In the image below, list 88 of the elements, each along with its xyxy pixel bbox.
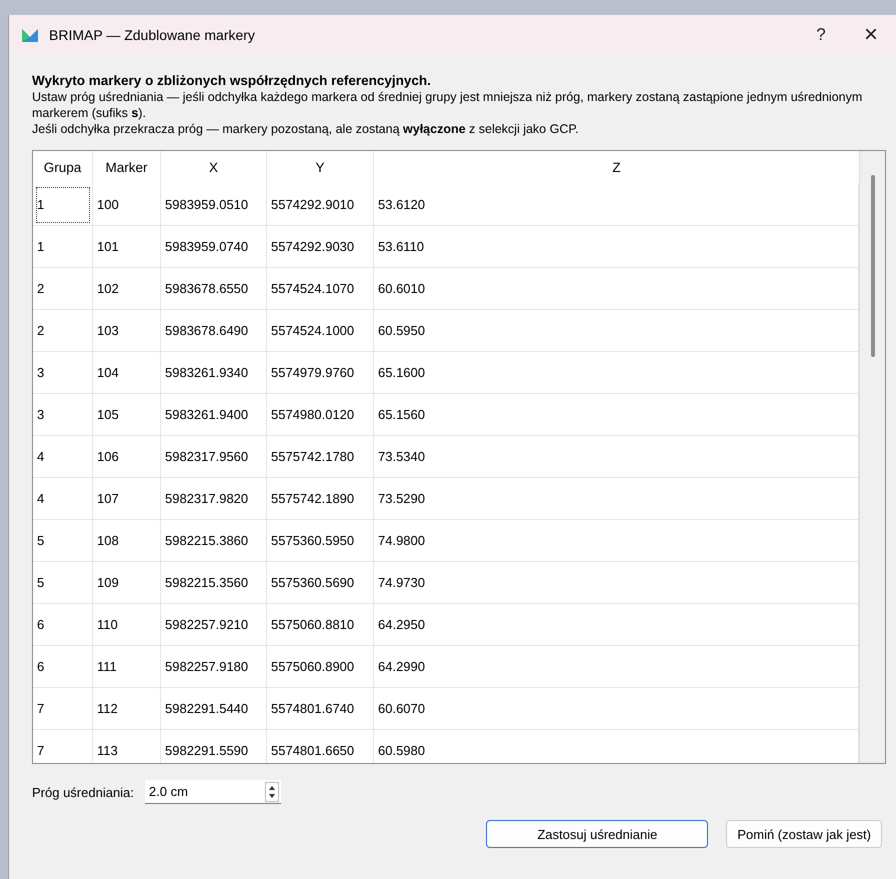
table-cell: 5982215.3560 xyxy=(161,562,267,604)
table-cell: 5983261.9400 xyxy=(161,394,267,436)
column-header: X xyxy=(161,151,267,184)
table-cell: 64.2950 xyxy=(374,604,859,646)
table-cell: 73.5340 xyxy=(374,436,859,478)
table-cell: 5574979.9760 xyxy=(267,352,374,394)
table-cell: 113 xyxy=(93,730,161,763)
table-cell: 110 xyxy=(93,604,161,646)
table-cell: 74.9800 xyxy=(374,520,859,562)
table-cell: 60.6010 xyxy=(374,268,859,310)
table-cell: 60.6070 xyxy=(374,688,859,730)
table-cell: 5575742.1890 xyxy=(267,478,374,520)
table-cell: 101 xyxy=(93,226,161,268)
table-cell: 5574801.6740 xyxy=(267,688,374,730)
threshold-label: Próg uśredniania: xyxy=(32,784,134,800)
table-cell: 60.5950 xyxy=(374,310,859,352)
table-cell: 112 xyxy=(93,688,161,730)
table-cell: 5982257.9180 xyxy=(161,646,267,688)
table-cell: 1 xyxy=(33,184,93,226)
table-cell: 64.2990 xyxy=(374,646,859,688)
table-cell: 6 xyxy=(33,646,93,688)
column-header: Grupa xyxy=(33,151,93,184)
table-cell: 65.1560 xyxy=(374,394,859,436)
table-cell: 6 xyxy=(33,604,93,646)
table-cell: 4 xyxy=(33,436,93,478)
table-cell: 5574524.1070 xyxy=(267,268,374,310)
table-cell: 100 xyxy=(93,184,161,226)
table-cell: 7 xyxy=(33,688,93,730)
table-cell: 5982291.5440 xyxy=(161,688,267,730)
table-cell: 1 xyxy=(33,226,93,268)
table-cell: 73.5290 xyxy=(374,478,859,520)
message-text: Ustaw próg uśredniania — jeśli odchyłka każdego markera od średniej grupy jest mniejsza niż próg, markery zostaną zastąpione jednym uśrednionym markerem (sufiks s). xyxy=(32,89,864,121)
table-cell: 53.6120 xyxy=(374,184,859,226)
table-cell: 5575060.8810 xyxy=(267,604,374,646)
table-cell: 5982257.9210 xyxy=(161,604,267,646)
table-cell: 5575360.5690 xyxy=(267,562,374,604)
spin-arrows-icon[interactable] xyxy=(264,782,279,802)
table-cell: 65.1600 xyxy=(374,352,859,394)
table-cell: 5575060.8900 xyxy=(267,646,374,688)
table-cell: 5982215.3860 xyxy=(161,520,267,562)
table-cell: 5574980.0120 xyxy=(267,394,374,436)
table-cell: 4 xyxy=(33,478,93,520)
table-cell: 2 xyxy=(33,268,93,310)
table-cell: 53.6110 xyxy=(374,226,859,268)
table-cell: 2 xyxy=(33,310,93,352)
table-cell: 5574524.1000 xyxy=(267,310,374,352)
table-cell: 102 xyxy=(93,268,161,310)
column-header: Y xyxy=(267,151,374,184)
table-cell: 3 xyxy=(33,352,93,394)
table-cell: 5982317.9820 xyxy=(161,478,267,520)
close-button[interactable]: × xyxy=(846,15,896,55)
column-header: Z xyxy=(611,159,622,177)
table-cell: 3 xyxy=(33,394,93,436)
table-cell: 74.9730 xyxy=(374,562,859,604)
table-cell: 104 xyxy=(93,352,161,394)
table-cell: 7 xyxy=(33,730,93,763)
message-text: Jeśli odchyłka przekracza próg — markery pozostaną, ale zostaną wyłączone z selekcji jako GCP. xyxy=(32,121,580,137)
table-cell: 5983959.0510 xyxy=(161,184,267,226)
table-cell: 109 xyxy=(93,562,161,604)
table-cell: 5574801.6650 xyxy=(267,730,374,763)
table-cell: 106 xyxy=(93,436,161,478)
table-cell: 105 xyxy=(93,394,161,436)
threshold-spinbox[interactable]: 2.0 cm xyxy=(144,780,281,804)
table-cell: 5983678.6490 xyxy=(161,310,267,352)
column-header: Marker xyxy=(93,151,161,184)
table-cell: 5 xyxy=(33,520,93,562)
table-cell: 5983261.9340 xyxy=(161,352,267,394)
scrollbar-thumb[interactable] xyxy=(870,175,874,357)
table-cell: 111 xyxy=(93,646,161,688)
table-cell: 108 xyxy=(93,520,161,562)
table-cell: 5575360.5950 xyxy=(267,520,374,562)
window-title: BRIMAP — Zdublowane markery xyxy=(49,27,255,43)
dialog-button[interactable]: Zastosuj uśrednianie xyxy=(486,820,708,848)
message-heading: Wykryto markery o zbliżonych współrzędnych referencyjnych. xyxy=(32,73,432,89)
table-cell: 5982291.5590 xyxy=(161,730,267,763)
table-cell: 5 xyxy=(33,562,93,604)
table-cell: 5574292.9030 xyxy=(267,226,374,268)
help-button[interactable]: ? xyxy=(796,15,846,55)
app-logo-icon xyxy=(21,27,39,43)
table-cell: 5574292.9010 xyxy=(267,184,374,226)
table-cell: 5982317.9560 xyxy=(161,436,267,478)
table-cell: 5575742.1780 xyxy=(267,436,374,478)
dialog-button[interactable]: Pomiń (zostaw jak jest) xyxy=(726,820,882,848)
table-cell: 107 xyxy=(93,478,161,520)
table-cell: 5983678.6550 xyxy=(161,268,267,310)
table-cell: 5983959.0740 xyxy=(161,226,267,268)
scrollbar[interactable] xyxy=(859,151,885,763)
table-cell: 103 xyxy=(93,310,161,352)
